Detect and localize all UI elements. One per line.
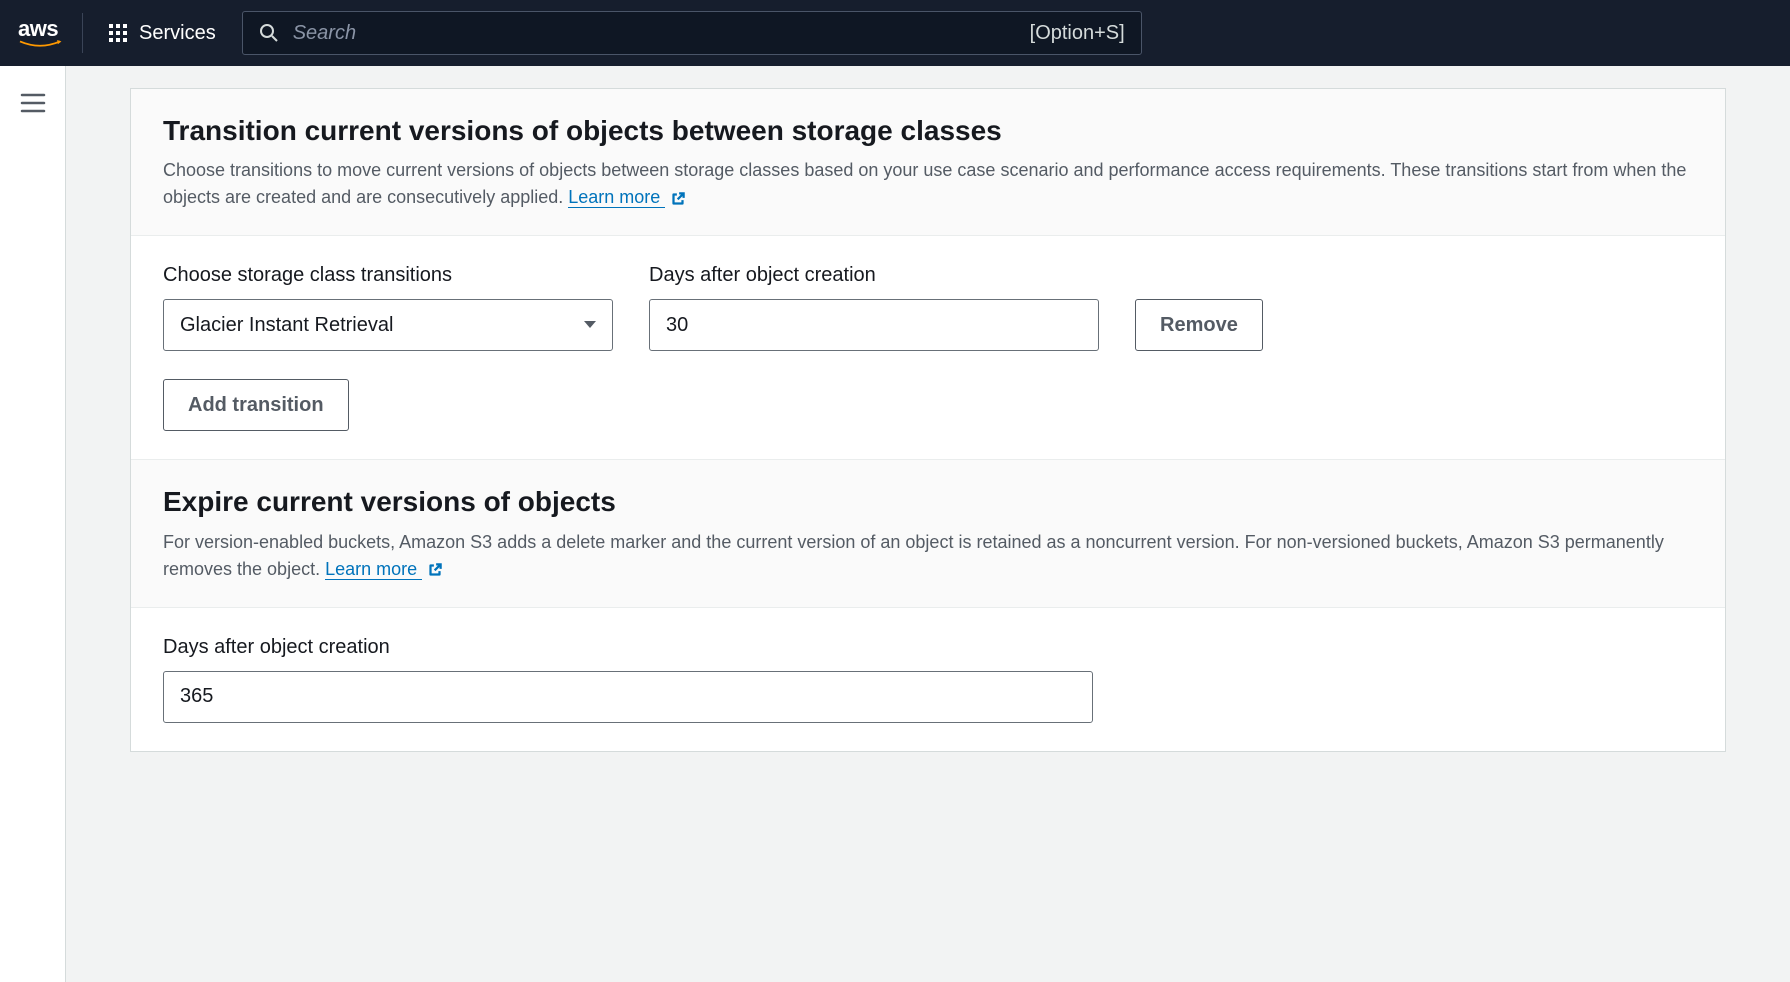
transition-description: Choose transitions to move current versi… bbox=[163, 157, 1693, 211]
search-shortcut-hint: [Option+S] bbox=[1030, 22, 1125, 45]
days-after-input[interactable] bbox=[649, 299, 1099, 351]
side-rail bbox=[0, 66, 66, 982]
expire-section-body: Days after object creation bbox=[131, 608, 1725, 751]
external-link-icon bbox=[426, 561, 444, 579]
days-after-label: Days after object creation bbox=[649, 264, 1099, 287]
expire-title: Expire current versions of objects bbox=[163, 484, 1693, 520]
content-area: Transition current versions of objects b… bbox=[66, 66, 1790, 982]
transition-title: Transition current versions of objects b… bbox=[163, 113, 1693, 149]
transition-row: Choose storage class transitions Glacier… bbox=[163, 264, 1693, 351]
storage-class-select-wrapper: Glacier Instant Retrieval bbox=[163, 299, 613, 351]
expire-days-input[interactable] bbox=[163, 671, 1093, 723]
external-link-icon bbox=[669, 190, 687, 208]
storage-class-group: Choose storage class transitions Glacier… bbox=[163, 264, 613, 351]
top-navigation: aws Services [Option+S] bbox=[0, 0, 1790, 66]
services-menu-button[interactable]: Services bbox=[103, 22, 222, 45]
services-label: Services bbox=[139, 22, 216, 45]
expire-days-group: Days after object creation bbox=[163, 636, 1693, 723]
expire-learn-more-link[interactable]: Learn more bbox=[325, 559, 422, 580]
transition-learn-more-link[interactable]: Learn more bbox=[568, 187, 665, 208]
aws-logo-text: aws bbox=[18, 16, 62, 42]
search-input[interactable] bbox=[293, 22, 1030, 45]
remove-group: Remove bbox=[1135, 299, 1263, 351]
remove-button[interactable]: Remove bbox=[1135, 299, 1263, 351]
expire-section-header: Expire current versions of objects For v… bbox=[131, 459, 1725, 607]
storage-class-select[interactable]: Glacier Instant Retrieval bbox=[163, 299, 613, 351]
grid-icon bbox=[109, 24, 127, 42]
lifecycle-config-panel: Transition current versions of objects b… bbox=[130, 88, 1726, 752]
expire-days-label: Days after object creation bbox=[163, 636, 1693, 659]
aws-logo[interactable]: aws bbox=[18, 13, 83, 53]
add-transition-button[interactable]: Add transition bbox=[163, 379, 349, 431]
search-icon bbox=[259, 23, 279, 43]
search-box[interactable]: [Option+S] bbox=[242, 11, 1142, 55]
expire-description: For version-enabled buckets, Amazon S3 a… bbox=[163, 529, 1693, 583]
hamburger-menu-icon[interactable] bbox=[20, 92, 46, 114]
days-after-group: Days after object creation bbox=[649, 264, 1099, 351]
transition-section-body: Choose storage class transitions Glacier… bbox=[131, 236, 1725, 459]
storage-class-label: Choose storage class transitions bbox=[163, 264, 613, 287]
transition-section-header: Transition current versions of objects b… bbox=[131, 89, 1725, 236]
